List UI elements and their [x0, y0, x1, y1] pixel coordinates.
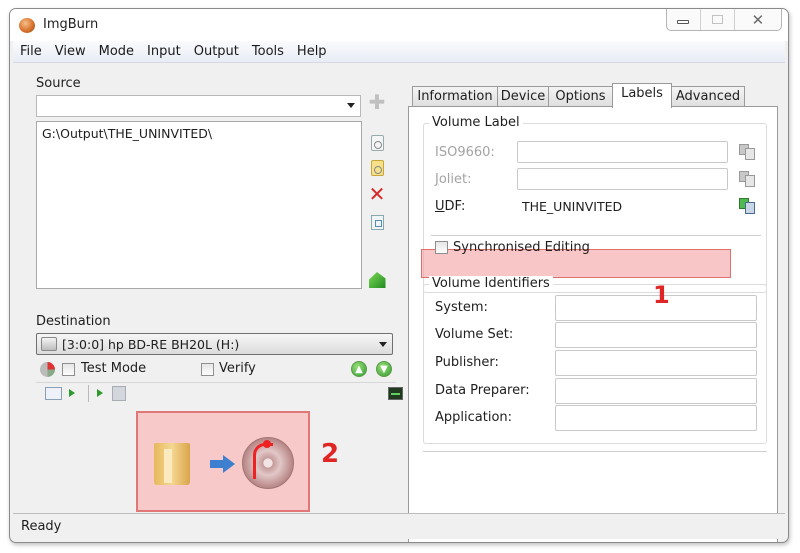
- separator: [431, 235, 761, 236]
- clear-icon: [370, 214, 384, 230]
- source-list[interactable]: G:\Output\THE_UNINVITED\: [36, 121, 362, 289]
- separator: [36, 382, 396, 383]
- tab-information[interactable]: Information: [412, 86, 498, 107]
- toolbar-separator: [88, 385, 89, 402]
- list-item[interactable]: G:\Output\THE_UNINVITED\: [42, 126, 356, 141]
- status-bar: Ready: [13, 513, 785, 539]
- chevron-down-icon: [347, 103, 355, 108]
- copy-iso9660-icon[interactable]: [739, 143, 756, 161]
- tab-options[interactable]: Options: [548, 86, 613, 107]
- volume-identifiers-title: Volume Identifiers: [429, 276, 553, 291]
- minimize-button[interactable]: [667, 9, 700, 30]
- joliet-label: Joliet:: [435, 172, 472, 187]
- system-label: System:: [435, 300, 488, 315]
- calculate-button[interactable]: [368, 271, 386, 289]
- browse-folder-button[interactable]: [368, 159, 386, 177]
- data-preparer-input[interactable]: [555, 378, 757, 404]
- chevron-down-icon: [379, 342, 387, 347]
- destination-combo[interactable]: [3:0:0] hp BD-RE BH20L (H:): [36, 333, 393, 355]
- joliet-input[interactable]: [517, 168, 728, 190]
- title-bar: ImgBurn ✕: [10, 9, 788, 41]
- browse-file-icon: [370, 135, 384, 151]
- menu-tools[interactable]: Tools: [245, 41, 290, 62]
- window-title: ImgBurn: [43, 17, 99, 32]
- volume-set-input[interactable]: [555, 322, 757, 348]
- volume-set-label: Volume Set:: [435, 327, 514, 342]
- remove-icon: ✕: [368, 182, 386, 206]
- application-input[interactable]: [555, 405, 757, 431]
- refresh-up-button[interactable]: ▲: [351, 361, 367, 377]
- close-icon: ✕: [751, 10, 765, 29]
- iso9660-input[interactable]: [517, 141, 728, 163]
- minimize-icon: [677, 20, 690, 24]
- play-icon[interactable]: [69, 389, 75, 397]
- menu-mode[interactable]: Mode: [92, 41, 140, 62]
- log-window-icon[interactable]: [45, 387, 62, 400]
- annotation-2: 2: [321, 439, 340, 469]
- menu-output[interactable]: Output: [187, 41, 245, 62]
- tab-labels[interactable]: Labels: [612, 83, 672, 108]
- write-speed-icon[interactable]: [40, 362, 55, 377]
- arrow-right-icon: [210, 455, 236, 473]
- arrow-down-icon: ▼: [380, 363, 388, 375]
- add-icon: ✚: [368, 90, 386, 114]
- copy-joliet-icon[interactable]: [739, 170, 756, 188]
- separator: [423, 451, 767, 452]
- verify-checkbox[interactable]: [201, 363, 214, 376]
- iso9660-label: ISO9660:: [435, 145, 495, 160]
- test-mode-label: Test Mode: [81, 361, 147, 376]
- arrow-up-icon: ▲: [355, 363, 363, 375]
- data-preparer-label: Data Preparer:: [435, 383, 530, 398]
- annotation-1: 1: [653, 281, 670, 309]
- menu-bar: File View Mode Input Output Tools Help: [13, 41, 785, 63]
- destination-options: Test Mode Verify ▲ ▼: [36, 360, 396, 380]
- main-content: Source G:\Output\THE_UNINVITED\ ✚ ✕ Dest…: [13, 63, 785, 542]
- disc-burn-mark-icon: [253, 443, 273, 479]
- source-combo[interactable]: [36, 95, 361, 117]
- image-icon[interactable]: [112, 386, 126, 401]
- clear-button[interactable]: [368, 213, 386, 231]
- udf-label: UDF:: [435, 199, 466, 214]
- copy-udf-icon[interactable]: [739, 197, 756, 215]
- remove-button[interactable]: ✕: [368, 182, 386, 206]
- add-button[interactable]: ✚: [368, 90, 386, 114]
- labels-panel: Volume Label ISO9660: Joliet: UDF: THE_U…: [408, 106, 778, 542]
- sync-editing-label: Synchronised Editing: [453, 240, 590, 255]
- publisher-input[interactable]: [555, 350, 757, 376]
- source-label: Source: [36, 76, 81, 91]
- graph-icon[interactable]: [388, 387, 403, 400]
- close-button[interactable]: ✕: [733, 9, 781, 30]
- test-mode-checkbox[interactable]: [62, 363, 75, 376]
- play-icon[interactable]: [97, 389, 103, 397]
- sync-editing-checkbox[interactable]: [435, 241, 448, 254]
- drive-icon: [41, 337, 57, 351]
- destination-label: Destination: [36, 314, 111, 329]
- tab-advanced[interactable]: Advanced: [671, 86, 745, 107]
- volume-label-title: Volume Label: [429, 115, 523, 130]
- maximize-icon: [711, 15, 723, 24]
- application-label: Application:: [435, 410, 513, 425]
- folder-icon: [154, 443, 190, 485]
- maximize-button[interactable]: [699, 9, 734, 30]
- browse-folder-icon: [370, 160, 384, 176]
- menu-file[interactable]: File: [13, 41, 48, 62]
- status-text: Ready: [21, 519, 62, 534]
- caption-buttons: ✕: [666, 9, 782, 31]
- menu-view[interactable]: View: [48, 41, 92, 62]
- build-button[interactable]: [136, 411, 310, 512]
- verify-label: Verify: [219, 361, 256, 376]
- imgburn-window: ImgBurn ✕ File View Mode Input Output To…: [9, 8, 789, 543]
- calculate-icon: [368, 272, 386, 288]
- destination-drive: [3:0:0] hp BD-RE BH20L (H:): [62, 337, 240, 352]
- disc-burn-dot-icon: [263, 440, 271, 448]
- log-toolbar: [36, 385, 403, 403]
- tab-device[interactable]: Device: [497, 86, 549, 107]
- udf-input[interactable]: THE_UNINVITED: [517, 195, 728, 217]
- refresh-down-button[interactable]: ▼: [376, 361, 392, 377]
- menu-help[interactable]: Help: [290, 41, 333, 62]
- app-icon: [19, 18, 35, 33]
- browse-file-button[interactable]: [368, 134, 386, 152]
- menu-input[interactable]: Input: [140, 41, 187, 62]
- publisher-label: Publisher:: [435, 355, 499, 370]
